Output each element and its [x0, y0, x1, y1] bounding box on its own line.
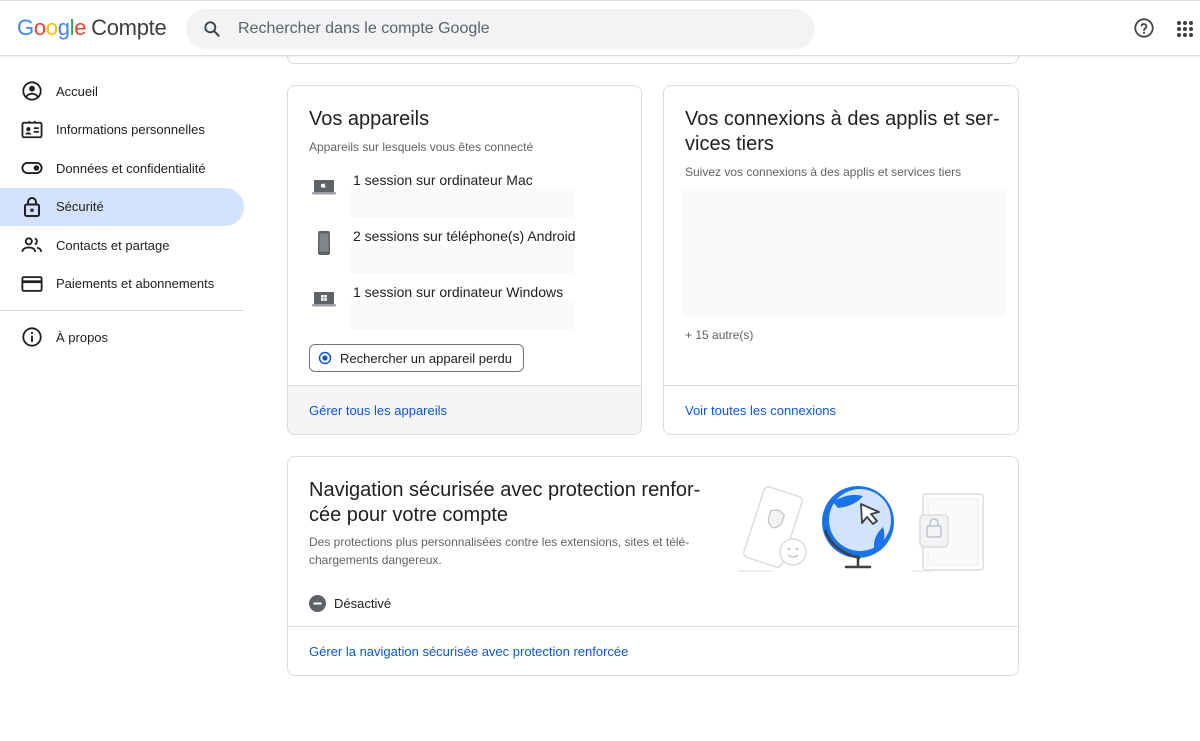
google-wordmark: Google	[17, 15, 87, 40]
sidebar-item-paiements-et-abonnements[interactable]: Paiements et abonnements	[0, 265, 244, 304]
sidebar-item-securite[interactable]: Sécurité	[0, 187, 244, 226]
device-label: 1 session sur ordinateur Mac	[353, 172, 533, 188]
device-label: 1 session sur ordinateur Windows	[353, 284, 564, 300]
search-icon[interactable]	[188, 19, 236, 39]
device-label: 2 sessions sur téléphone(s) Android	[353, 228, 576, 244]
sidebar-item-a-propos[interactable]: À propos	[0, 318, 244, 357]
card-title: Navigation sécurisée avec protection ren…	[309, 478, 700, 528]
card-title-line: cée pour votre compte	[309, 504, 508, 526]
card-description: Des protections plus personnalisées cont…	[309, 533, 689, 569]
device-row-windows[interactable]: 1 session sur ordinateur Windows	[309, 284, 563, 314]
product-name: Compte	[91, 15, 167, 40]
sidebar-item-label: Accueil	[56, 83, 98, 99]
card-title-line: Vos connexions à des applis et ser-	[685, 108, 1000, 130]
sidebar-nav: Accueil Informations personnelles Donnée…	[0, 72, 244, 357]
manage-devices-link[interactable]: Gérer tous les appareils	[288, 385, 641, 434]
windows-laptop-icon	[309, 284, 339, 314]
mac-laptop-icon	[309, 172, 339, 202]
card-title-line: Navigation sécurisée avec protection ren…	[309, 479, 701, 501]
manage-safe-browsing-link[interactable]: Gérer la navigation sécurisée avec prote…	[288, 626, 1018, 675]
more-connections-count: + 15 autre(s)	[685, 328, 754, 342]
card-title: Vos connexions à des applis et ser- vice…	[685, 107, 1005, 157]
sidebar-item-contacts-et-partage[interactable]: Contacts et partage	[0, 226, 244, 265]
find-lost-device-label: Rechercher un appareil perdu	[340, 350, 512, 366]
search-bar[interactable]	[186, 9, 815, 49]
sidebar-item-label: À propos	[56, 329, 109, 345]
third-party-connections-card: Vos connexions à des applis et ser- vice…	[663, 85, 1019, 435]
google-account-logo[interactable]: Google Compte	[17, 15, 167, 41]
card-subtitle: Suivez vos connexions à des applis et se…	[685, 165, 962, 179]
sidebar-item-label: Paiements et abonnements	[56, 276, 215, 292]
sidebar-item-donnees-et-confidentialite[interactable]: Données et confidentialité	[0, 149, 244, 188]
info-icon	[20, 325, 44, 349]
sidebar-item-informations-personnelles[interactable]: Informations personnelles	[0, 111, 244, 150]
find-lost-device-button[interactable]: Rechercher un appareil perdu	[309, 344, 524, 372]
sidebar-item-label: Sécurité	[56, 199, 104, 215]
sidebar-divider	[0, 310, 244, 311]
connections-placeholder	[682, 189, 1005, 317]
view-all-connections-link[interactable]: Voir toutes les connexions	[664, 385, 1018, 434]
sidebar-item-label: Informations personnelles	[56, 122, 205, 138]
card-subtitle: Appareils sur lesquels vous êtes connect…	[309, 140, 534, 154]
devices-card: Vos appareils Appareils sur lesquels vou…	[287, 85, 642, 435]
toggle-icon	[20, 156, 44, 180]
id-card-icon	[20, 118, 44, 142]
device-row-android[interactable]: 2 sessions sur téléphone(s) Android	[309, 228, 576, 258]
lock-icon	[20, 195, 44, 219]
top-app-bar: Google Compte	[0, 0, 1200, 56]
sidebar-item-accueil[interactable]: Accueil	[0, 72, 244, 111]
sidebar-item-label: Contacts et partage	[56, 237, 170, 253]
apps-grid-icon[interactable]	[1176, 20, 1194, 38]
enhanced-safe-browsing-card: Navigation sécurisée avec protection ren…	[287, 456, 1019, 676]
card-title: Vos appareils	[309, 108, 430, 130]
android-phone-icon	[309, 228, 339, 258]
account-circle-icon	[20, 79, 44, 103]
card-description-line: Des protections plus personnalisées cont…	[309, 535, 690, 549]
disabled-minus-icon	[309, 595, 326, 612]
help-circle-icon[interactable]	[1133, 17, 1155, 39]
sidebar-item-label: Données et confidentialité	[56, 160, 206, 176]
status-label: Désactivé	[334, 596, 392, 611]
safe-browsing-illustration	[733, 482, 998, 574]
location-target-icon	[317, 350, 333, 366]
card-description-line: chargements dangereux.	[309, 553, 442, 567]
device-row-mac[interactable]: 1 session sur ordinateur Mac	[309, 172, 533, 202]
credit-card-icon	[20, 272, 44, 296]
people-icon	[20, 233, 44, 257]
search-input[interactable]	[238, 20, 778, 38]
safe-browsing-status: Désactivé	[309, 595, 391, 612]
card-title-line: vices tiers	[685, 133, 774, 155]
